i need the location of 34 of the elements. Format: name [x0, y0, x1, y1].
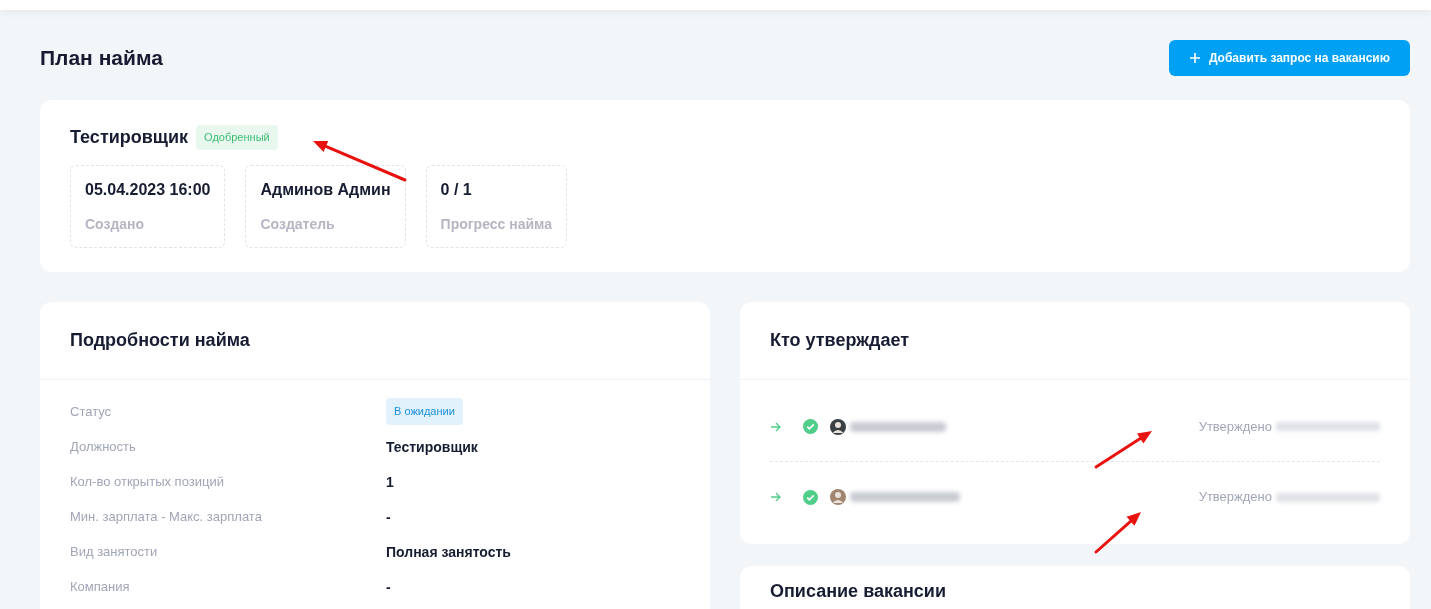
- field-label: Статус: [70, 403, 113, 421]
- field-value: 1: [386, 473, 395, 492]
- stat-label: Прогресс найма: [440, 215, 553, 234]
- status-badge: Одобренный: [196, 125, 278, 150]
- annotation-arrow: [1094, 431, 1152, 469]
- arrow-right-icon: [770, 492, 782, 502]
- field-value: Тестировщик: [386, 438, 479, 457]
- avatar-icon: [830, 489, 846, 505]
- field-value: -: [386, 578, 392, 597]
- avatar-icon: [830, 418, 846, 435]
- approval-status: Утверждено: [1198, 417, 1272, 436]
- field-label: Вид занятости: [70, 543, 159, 561]
- add-request-button[interactable]: Добавить запрос на вакансию: [1168, 40, 1410, 76]
- vacancy-title: Тестировщик: [70, 126, 189, 149]
- stat-label: Создано: [85, 215, 146, 234]
- card-title: Описание вакансии: [770, 581, 946, 601]
- stat-value: Админов Админ: [260, 180, 391, 200]
- page-title: План найма: [40, 45, 163, 72]
- field-label: Мин. зарплата - Макс. зарплата: [70, 508, 263, 526]
- status-badge: В ожидании: [386, 398, 463, 425]
- annotation-arrow: [1094, 512, 1141, 554]
- field-value: -: [386, 508, 392, 527]
- approval-status: Утверждено: [1198, 488, 1272, 507]
- plus-icon: [1188, 52, 1201, 64]
- stat-value: 05.04.2023 16:00: [85, 180, 211, 200]
- stat-label: Создатель: [260, 215, 336, 234]
- field-label: Кол-во открытых позиций: [70, 473, 225, 491]
- card-title: Кто утверждает: [770, 329, 909, 352]
- field-label: Должность: [70, 438, 137, 456]
- field-label: Компания: [70, 578, 131, 596]
- field-value: Полная занятость: [386, 543, 512, 562]
- arrow-right-icon: [770, 421, 782, 432]
- card-title: Подробности найма: [70, 329, 250, 352]
- stat-value: 0 / 1: [440, 180, 473, 200]
